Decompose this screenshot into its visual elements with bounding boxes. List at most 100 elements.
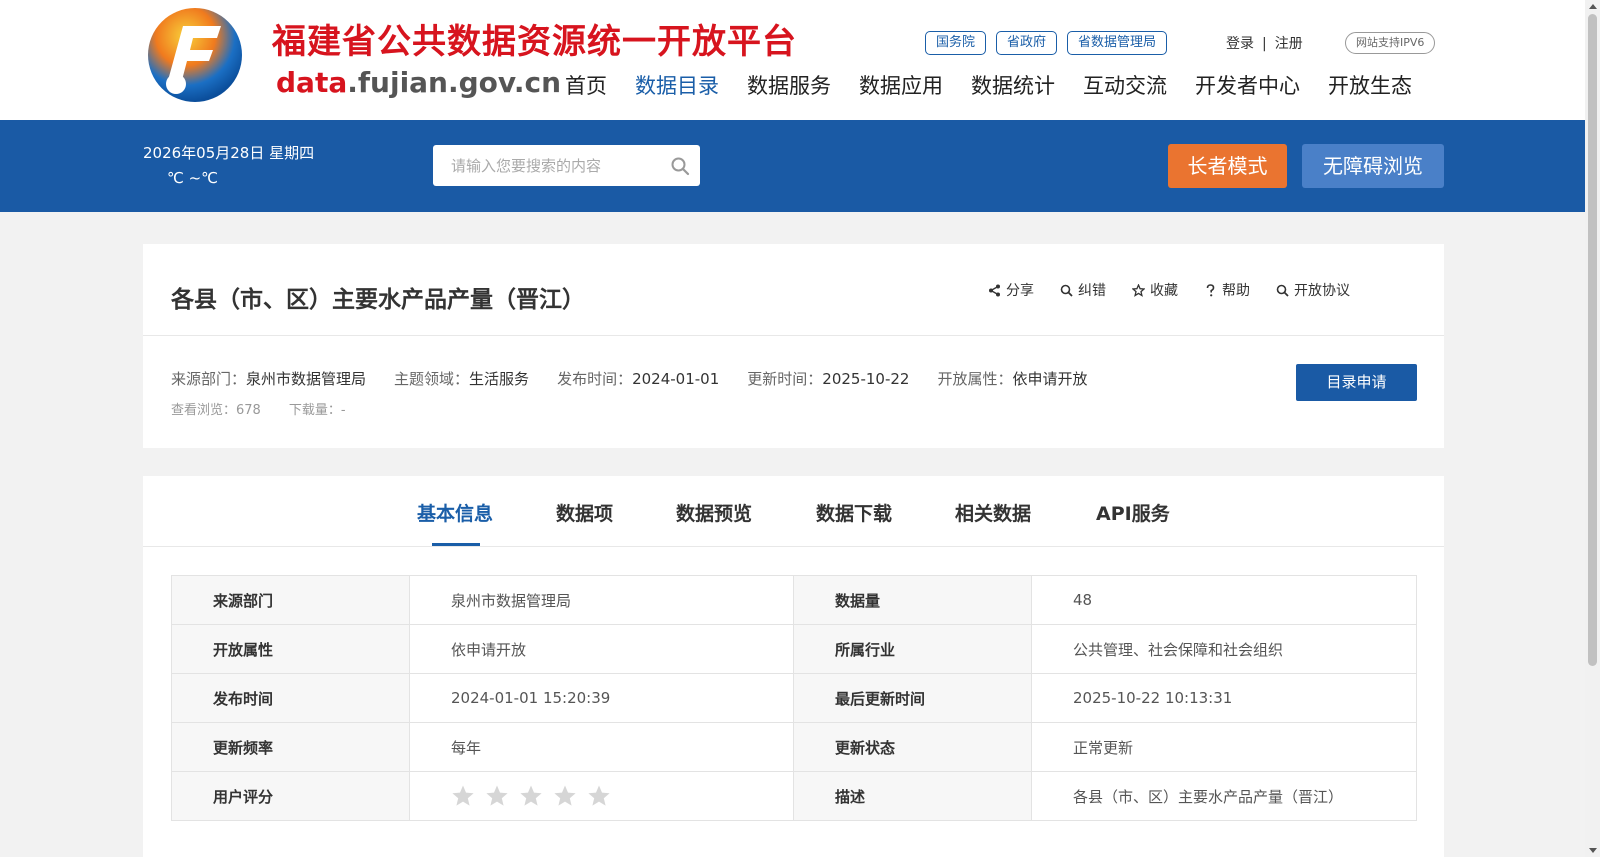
downloads-label: 下载量：	[288, 403, 341, 418]
divider	[143, 335, 1444, 336]
meta-value: 2024-01-01	[632, 370, 720, 388]
share-action[interactable]: 分享	[988, 280, 1034, 300]
value-cell: 2024-01-01 15:20:39	[409, 673, 794, 723]
open-license-label: 开放协议	[1294, 283, 1350, 299]
tab-api-service[interactable]: API服务	[1096, 499, 1170, 526]
nav-home[interactable]: 首页	[565, 70, 607, 100]
favorite-label: 收藏	[1150, 283, 1178, 299]
site-logo[interactable]	[143, 6, 247, 104]
views-count: 678	[236, 403, 261, 418]
key-cell: 数据量	[793, 575, 1032, 625]
nav-data-services[interactable]: 数据服务	[747, 70, 831, 100]
star-icon[interactable]	[587, 784, 611, 808]
key-cell: 更新状态	[793, 722, 1032, 772]
nav-ecosystem[interactable]: 开放生态	[1328, 70, 1412, 100]
search-icon[interactable]	[670, 156, 690, 176]
basic-info-table: 来源部门 泉州市数据管理局 数据量 48 开放属性 依申请开放 所属行业 公共管…	[171, 575, 1417, 821]
tab-data-items[interactable]: 数据项	[556, 499, 613, 526]
search-box	[433, 145, 700, 186]
nav-developer[interactable]: 开发者中心	[1195, 70, 1300, 100]
star-icon[interactable]	[485, 784, 509, 808]
report-error-action[interactable]: 纠错	[1060, 280, 1106, 300]
nav-data-stats[interactable]: 数据统计	[971, 70, 1055, 100]
share-icon	[989, 284, 1000, 296]
report-error-label: 纠错	[1078, 283, 1106, 299]
domain-prefix: data	[276, 66, 348, 99]
link-state-council[interactable]: 国务院	[925, 31, 987, 55]
main-nav: 首页 数据目录 数据服务 数据应用 数据统计 互动交流 开发者中心 开放生态	[565, 70, 1412, 100]
dataset-title: 各县（市、区）主要水产品产量（晋江）	[171, 287, 585, 313]
key-cell: 发布时间	[171, 673, 410, 723]
value-cell: 2025-10-22 10:13:31	[1031, 673, 1417, 723]
auth-separator: |	[1262, 36, 1267, 52]
star-icon[interactable]	[553, 784, 577, 808]
star-icon[interactable]	[451, 784, 475, 808]
login-link[interactable]: 登录	[1226, 36, 1254, 52]
table-row: 开放属性 依申请开放 所属行业 公共管理、社会保障和社会组织	[171, 624, 1417, 674]
meta-updated: 更新时间：2025-10-22	[747, 368, 909, 389]
temperature: ℃ ~℃	[167, 169, 219, 187]
ipv6-badge: 网站支持IPV6	[1345, 32, 1436, 54]
star-icon[interactable]	[519, 784, 543, 808]
utility-bar: 2026年05月28日 星期四 ℃ ~℃ 长者模式 无障碍浏览	[0, 120, 1585, 212]
nav-data-catalog[interactable]: 数据目录	[635, 70, 719, 100]
value-cell: 依申请开放	[409, 624, 794, 674]
link-data-bureau[interactable]: 省数据管理局	[1067, 31, 1168, 55]
accessible-browse-button[interactable]: 无障碍浏览	[1302, 144, 1444, 188]
current-date: 2026年05月28日 星期四	[143, 144, 315, 162]
value-cell: 泉州市数据管理局	[409, 575, 794, 625]
nav-data-apps[interactable]: 数据应用	[859, 70, 943, 100]
meta-value: 2025-10-22	[822, 370, 910, 388]
tab-data-download[interactable]: 数据下载	[816, 499, 892, 526]
share-label: 分享	[1006, 283, 1034, 299]
table-row: 用户评分 描述 各县（市、区）主要水产品产量（晋江）	[171, 771, 1417, 821]
scroll-thumb[interactable]	[1588, 14, 1597, 666]
elder-mode-button[interactable]: 长者模式	[1168, 144, 1287, 188]
site-header: 福建省公共数据资源统一开放平台 data.fujian.gov.cn 国务院 省…	[0, 0, 1585, 120]
site-title: 福建省公共数据资源统一开放平台	[272, 22, 797, 62]
value-cell: 公共管理、社会保障和社会组织	[1031, 624, 1417, 674]
search-input[interactable]	[433, 145, 663, 186]
meta-label: 开放属性：	[937, 370, 1013, 388]
key-cell: 更新频率	[171, 722, 410, 772]
meta-value: 泉州市数据管理局	[246, 370, 367, 388]
meta-label: 来源部门：	[171, 370, 247, 388]
scroll-down-arrow[interactable]	[1589, 848, 1597, 853]
help-label: 帮助	[1222, 283, 1250, 299]
meta-published: 发布时间：2024-01-01	[557, 368, 719, 389]
table-row: 来源部门 泉州市数据管理局 数据量 48	[171, 575, 1417, 625]
site-domain: data.fujian.gov.cn	[276, 66, 561, 99]
key-cell: 来源部门	[171, 575, 410, 625]
views-label: 查看浏览：	[171, 403, 237, 418]
nav-interaction[interactable]: 互动交流	[1083, 70, 1167, 100]
question-icon	[1206, 283, 1215, 296]
scroll-up-arrow[interactable]	[1589, 4, 1597, 9]
catalog-apply-button[interactable]: 目录申请	[1296, 364, 1417, 401]
help-action[interactable]: 帮助	[1204, 280, 1250, 300]
key-cell: 所属行业	[793, 624, 1032, 674]
meta-open-type: 开放属性：依申请开放	[937, 368, 1087, 389]
dataset-summary-card: 各县（市、区）主要水产品产量（晋江） 分享 纠错 收藏 帮助 开放协议 来源部门…	[143, 244, 1444, 448]
open-license-action[interactable]: 开放协议	[1276, 280, 1350, 300]
page-scrollbar[interactable]	[1585, 0, 1600, 857]
star-icon	[1132, 283, 1145, 297]
value-cell: 每年	[409, 722, 794, 772]
meta-value: 依申请开放	[1012, 370, 1088, 388]
dataset-meta: 来源部门：泉州市数据管理局 主题领域：生活服务 发布时间：2024-01-01 …	[171, 368, 1088, 389]
meta-source: 来源部门：泉州市数据管理局	[171, 368, 366, 389]
downloads-stat: 下载量：-	[289, 399, 346, 418]
favorite-action[interactable]: 收藏	[1132, 280, 1178, 300]
meta-value: 生活服务	[469, 370, 530, 388]
tab-basic-info[interactable]: 基本信息	[417, 499, 493, 526]
table-row: 更新频率 每年 更新状态 正常更新	[171, 722, 1417, 772]
key-cell: 用户评分	[171, 771, 410, 821]
rating-cell	[409, 771, 794, 821]
tab-related-data[interactable]: 相关数据	[955, 499, 1031, 526]
value-cell: 48	[1031, 575, 1417, 625]
link-provincial-gov[interactable]: 省政府	[996, 31, 1058, 55]
meta-label: 主题领域：	[394, 370, 470, 388]
register-link[interactable]: 注册	[1275, 36, 1303, 52]
views-stat: 查看浏览：678	[171, 399, 261, 418]
table-row: 发布时间 2024-01-01 15:20:39 最后更新时间 2025-10-…	[171, 673, 1417, 723]
tab-data-preview[interactable]: 数据预览	[676, 499, 752, 526]
